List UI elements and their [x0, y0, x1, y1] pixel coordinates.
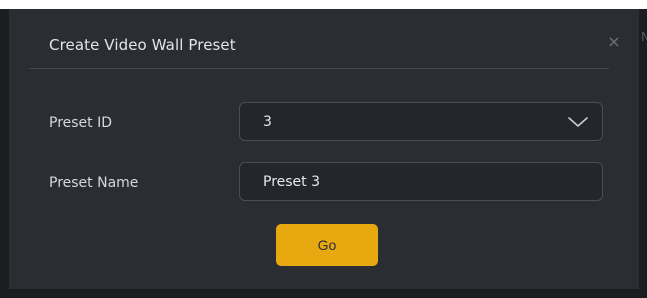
backdrop-bottom-edge: [0, 289, 647, 298]
create-preset-dialog: Create Video Wall Preset × Preset ID 3 P…: [9, 9, 639, 289]
go-button[interactable]: Go: [276, 224, 378, 266]
preset-name-input[interactable]: Preset 3: [239, 162, 603, 201]
preset-id-value: 3: [263, 114, 272, 130]
close-icon[interactable]: ×: [606, 34, 622, 50]
page-backdrop-top: [0, 0, 647, 9]
header-divider: [29, 68, 609, 69]
backdrop-right-edge: [639, 9, 647, 298]
dialog-title: Create Video Wall Preset: [49, 36, 236, 54]
preset-name-value: Preset 3: [263, 174, 321, 190]
backdrop-edge-text: N: [641, 30, 647, 44]
preset-id-select[interactable]: 3: [239, 102, 603, 141]
preset-name-label: Preset Name: [49, 175, 139, 191]
backdrop-left-edge: [0, 9, 9, 298]
preset-id-label: Preset ID: [49, 115, 113, 131]
chevron-down-icon: [568, 117, 588, 127]
